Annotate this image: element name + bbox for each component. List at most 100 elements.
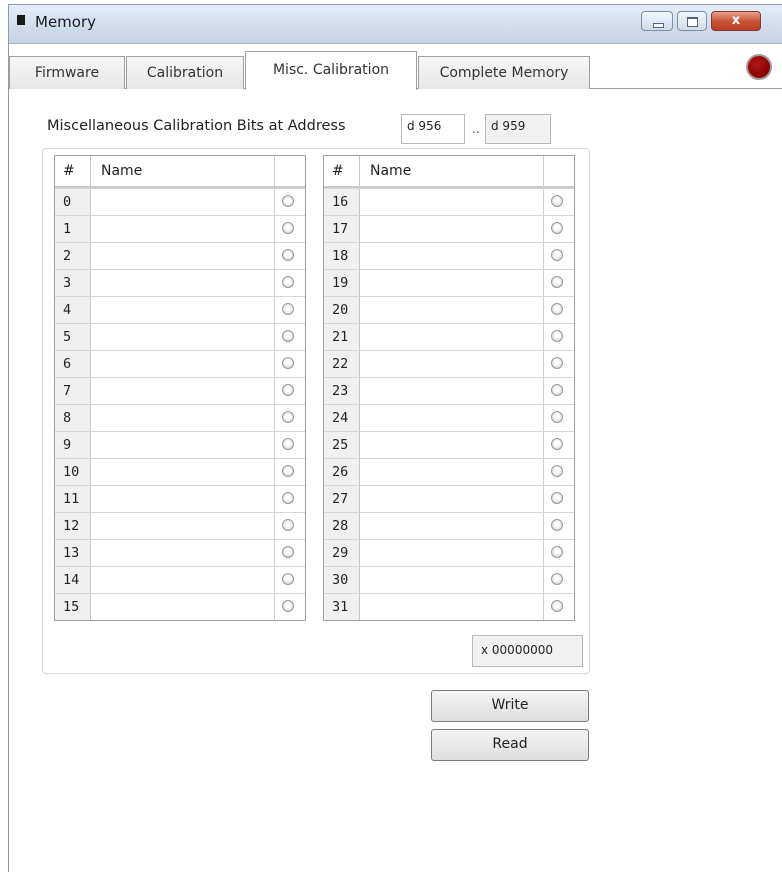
bit-number: 28 <box>324 513 360 539</box>
bit-name-cell[interactable] <box>91 351 275 377</box>
bit-name-cell[interactable] <box>360 459 544 485</box>
bit-name-cell[interactable] <box>360 432 544 458</box>
close-button[interactable]: x <box>711 11 761 31</box>
bit-radio-button[interactable] <box>282 303 294 315</box>
bit-radio-button[interactable] <box>282 573 294 585</box>
bit-name-cell[interactable] <box>91 405 275 431</box>
bit-name-cell[interactable] <box>91 513 275 539</box>
bit-select-cell <box>275 513 305 539</box>
bit-radio-button[interactable] <box>551 411 563 423</box>
bit-name-cell[interactable] <box>360 567 544 593</box>
bit-radio-button[interactable] <box>282 492 294 504</box>
bit-radio-button[interactable] <box>551 384 563 396</box>
bit-radio-button[interactable] <box>551 438 563 450</box>
tab-misc-calibration[interactable]: Misc. Calibration <box>245 51 417 90</box>
bit-name-cell[interactable] <box>360 486 544 512</box>
bit-row: 24 <box>324 404 574 431</box>
bit-name-cell[interactable] <box>91 486 275 512</box>
column-header-select <box>275 156 305 186</box>
grid-header: # Name <box>324 156 574 188</box>
minimize-button[interactable] <box>641 11 673 31</box>
bit-radio-button[interactable] <box>551 573 563 585</box>
bit-name-cell[interactable] <box>91 243 275 269</box>
bit-row: 10 <box>55 458 305 485</box>
bit-select-cell <box>275 432 305 458</box>
column-header-name: Name <box>91 156 275 186</box>
bit-radio-button[interactable] <box>551 465 563 477</box>
read-button[interactable]: Read <box>431 729 589 761</box>
bit-name-cell[interactable] <box>360 378 544 404</box>
address-start-field[interactable]: d 956 <box>401 114 465 144</box>
bit-name-cell[interactable] <box>360 297 544 323</box>
bit-row: 14 <box>55 566 305 593</box>
bit-radio-button[interactable] <box>551 195 563 207</box>
bit-radio-button[interactable] <box>282 222 294 234</box>
bit-radio-button[interactable] <box>551 357 563 369</box>
bit-radio-button[interactable] <box>551 222 563 234</box>
bit-name-cell[interactable] <box>360 216 544 242</box>
bit-select-cell <box>544 486 574 512</box>
address-end-field: d 959 <box>485 114 551 144</box>
bit-select-cell <box>275 405 305 431</box>
bit-radio-button[interactable] <box>282 546 294 558</box>
bit-name-cell[interactable] <box>360 540 544 566</box>
bit-row: 7 <box>55 377 305 404</box>
address-separator: .. <box>472 122 480 136</box>
bit-name-cell[interactable] <box>360 594 544 620</box>
bit-radio-button[interactable] <box>282 600 294 612</box>
bit-radio-button[interactable] <box>551 249 563 261</box>
bit-row: 22 <box>324 350 574 377</box>
tab-firmware[interactable]: Firmware <box>9 56 125 89</box>
bit-radio-button[interactable] <box>282 465 294 477</box>
bit-row: 17 <box>324 215 574 242</box>
bit-name-cell[interactable] <box>91 270 275 296</box>
bit-name-cell[interactable] <box>91 216 275 242</box>
tab-complete-memory[interactable]: Complete Memory <box>418 56 590 89</box>
bit-name-cell[interactable] <box>360 189 544 215</box>
bit-radio-button[interactable] <box>282 384 294 396</box>
maximize-button[interactable] <box>677 11 707 31</box>
bit-name-cell[interactable] <box>91 189 275 215</box>
bit-select-cell <box>544 378 574 404</box>
bit-radio-button[interactable] <box>282 330 294 342</box>
bit-radio-button[interactable] <box>282 411 294 423</box>
bit-select-cell <box>544 324 574 350</box>
bit-row: 27 <box>324 485 574 512</box>
bit-name-cell[interactable] <box>360 324 544 350</box>
bit-name-cell[interactable] <box>91 378 275 404</box>
bit-radio-button[interactable] <box>282 438 294 450</box>
bit-name-cell[interactable] <box>360 405 544 431</box>
bit-name-cell[interactable] <box>91 567 275 593</box>
write-button[interactable]: Write <box>431 690 589 722</box>
bit-radio-button[interactable] <box>551 492 563 504</box>
bit-select-cell <box>275 459 305 485</box>
bit-radio-button[interactable] <box>551 519 563 531</box>
bit-radio-button[interactable] <box>282 276 294 288</box>
bit-number: 21 <box>324 324 360 350</box>
bit-radio-button[interactable] <box>551 600 563 612</box>
bit-radio-button[interactable] <box>282 195 294 207</box>
window-title: Memory <box>35 13 97 31</box>
bit-name-cell[interactable] <box>91 297 275 323</box>
bit-name-cell[interactable] <box>91 459 275 485</box>
bit-select-cell <box>275 540 305 566</box>
bit-radio-button[interactable] <box>551 303 563 315</box>
bit-name-cell[interactable] <box>91 540 275 566</box>
bit-row: 18 <box>324 242 574 269</box>
bit-radio-button[interactable] <box>282 357 294 369</box>
bit-name-cell[interactable] <box>360 243 544 269</box>
bit-name-cell[interactable] <box>91 594 275 620</box>
tab-calibration[interactable]: Calibration <box>126 56 244 89</box>
bit-radio-button[interactable] <box>282 249 294 261</box>
bit-name-cell[interactable] <box>91 432 275 458</box>
bit-name-cell[interactable] <box>360 270 544 296</box>
bit-radio-button[interactable] <box>551 330 563 342</box>
bit-name-cell[interactable] <box>91 324 275 350</box>
bit-radio-button[interactable] <box>282 519 294 531</box>
bit-select-cell <box>544 216 574 242</box>
bit-radio-button[interactable] <box>551 276 563 288</box>
bit-name-cell[interactable] <box>360 351 544 377</box>
title-bar[interactable]: Memory x <box>9 5 782 44</box>
bit-radio-button[interactable] <box>551 546 563 558</box>
bit-name-cell[interactable] <box>360 513 544 539</box>
